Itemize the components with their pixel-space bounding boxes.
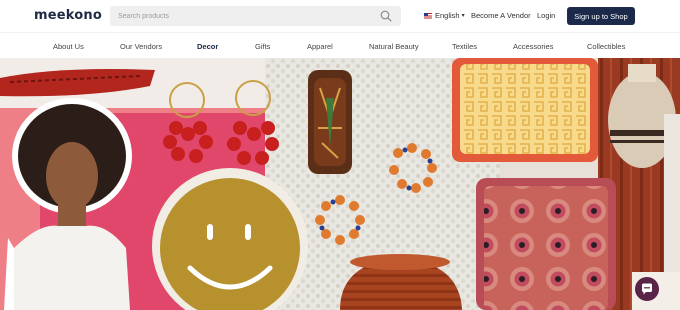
search-icon[interactable]	[380, 10, 392, 22]
nav-item-our-vendors[interactable]: Our Vendors	[120, 42, 162, 51]
nav-item-about-us[interactable]: About Us	[53, 42, 84, 51]
top-bar: meekono English ▾ Become A Vendor Login …	[0, 0, 680, 32]
nav-item-textiles[interactable]: Textiles	[452, 42, 477, 51]
hero-collage[interactable]	[0, 58, 680, 310]
chat-bubble-icon	[642, 283, 652, 295]
chevron-down-icon: ▾	[461, 13, 465, 19]
us-flag-icon	[424, 12, 432, 19]
search-input[interactable]	[118, 9, 368, 23]
chat-button[interactable]	[635, 277, 659, 301]
language-selector[interactable]: English ▾	[424, 11, 465, 20]
signup-button[interactable]: Sign up to Shop	[567, 7, 635, 25]
meekono-logo[interactable]: meekono	[34, 8, 102, 23]
hero-collage-art	[0, 58, 680, 310]
nav-item-apparel[interactable]: Apparel	[307, 42, 333, 51]
nav-item-natural-beauty[interactable]: Natural Beauty	[369, 42, 419, 51]
nav-item-decor[interactable]: Decor	[197, 42, 218, 51]
nav-item-gifts[interactable]: Gifts	[255, 42, 270, 51]
category-nav: About Us Our Vendors Decor Gifts Apparel…	[0, 32, 680, 58]
become-vendor-link[interactable]: Become A Vendor	[471, 11, 531, 20]
search-bar[interactable]	[110, 6, 401, 26]
nav-item-collectibles[interactable]: Collectibles	[587, 42, 625, 51]
language-label: English	[435, 11, 460, 20]
login-link[interactable]: Login	[537, 11, 555, 20]
nav-item-accessories[interactable]: Accessories	[513, 42, 553, 51]
